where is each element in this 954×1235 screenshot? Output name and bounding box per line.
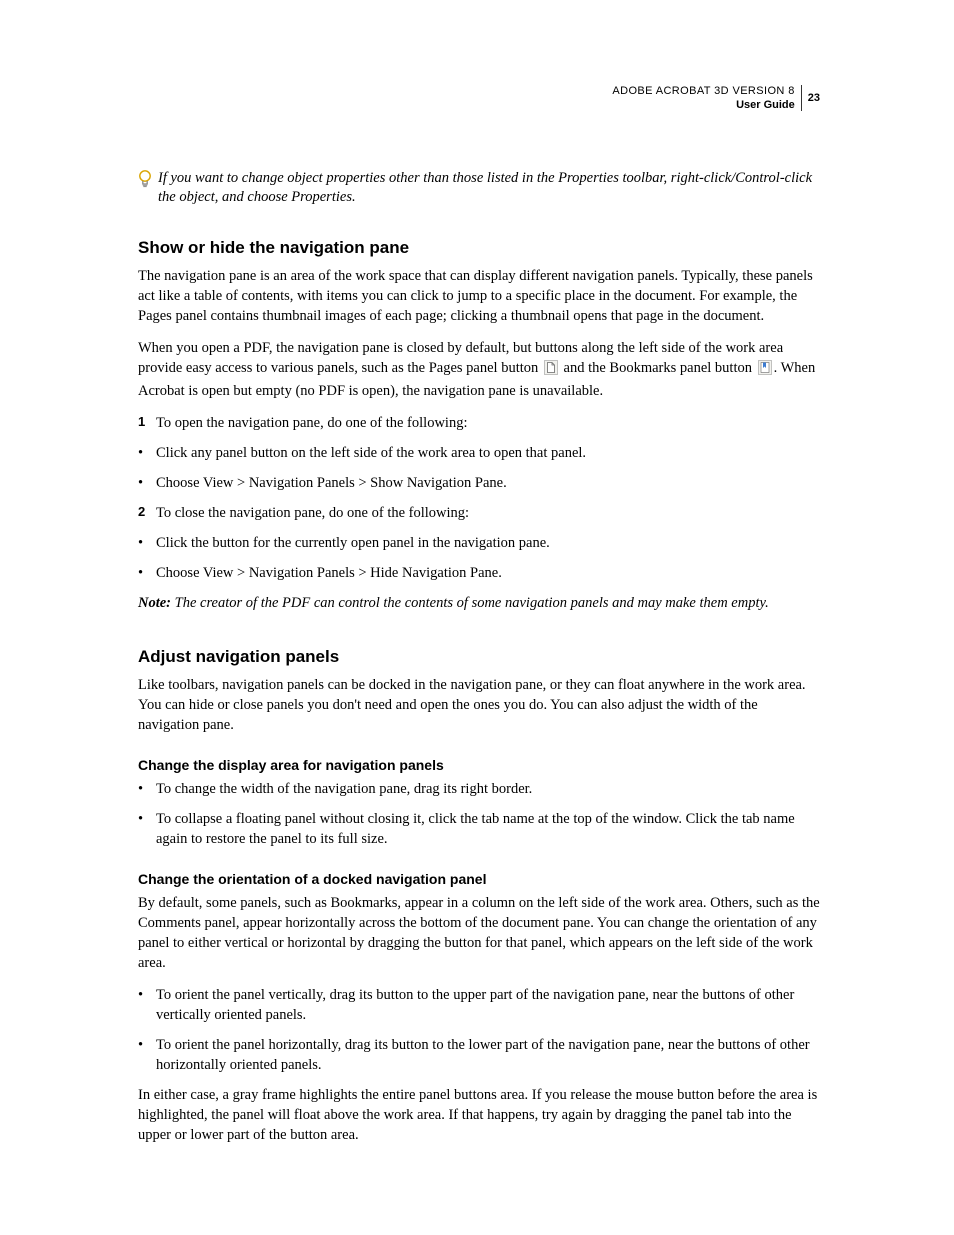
bullet-item: • To orient the panel horizontally, drag… bbox=[138, 1035, 820, 1075]
numbered-step: 2 To close the navigation pane, do one o… bbox=[138, 503, 820, 523]
tip-text: If you want to change object properties … bbox=[158, 169, 820, 208]
bullet-item: • To change the width of the navigation … bbox=[138, 779, 820, 799]
step-text: To close the navigation pane, do one of … bbox=[156, 503, 469, 523]
bullet-text: Click the button for the currently open … bbox=[156, 533, 550, 553]
body-text: The navigation pane is an area of the wo… bbox=[138, 266, 820, 326]
bookmarks-panel-icon bbox=[758, 360, 772, 381]
subheading-change-display-area: Change the display area for navigation p… bbox=[138, 757, 820, 773]
note-text: The creator of the PDF can control the c… bbox=[171, 595, 769, 611]
bullet-item: • Choose View > Navigation Panels > Hide… bbox=[138, 563, 820, 583]
pages-panel-icon bbox=[544, 360, 558, 381]
bullet-marker: • bbox=[138, 443, 156, 463]
bullet-text: To orient the panel vertically, drag its… bbox=[156, 985, 820, 1025]
bullet-item: • Choose View > Navigation Panels > Show… bbox=[138, 473, 820, 493]
heading-show-hide-nav-pane: Show or hide the navigation pane bbox=[138, 238, 820, 258]
page-header: ADOBE ACROBAT 3D VERSION 8 User Guide 23 bbox=[138, 84, 820, 113]
bullet-item: • To collapse a floating panel without c… bbox=[138, 809, 820, 849]
bullet-text: To orient the panel horizontally, drag i… bbox=[156, 1035, 820, 1075]
body-text: When you open a PDF, the navigation pane… bbox=[138, 338, 820, 401]
bullet-text: To change the width of the navigation pa… bbox=[156, 779, 532, 799]
bullet-text: Choose View > Navigation Panels > Hide N… bbox=[156, 563, 502, 583]
page: ADOBE ACROBAT 3D VERSION 8 User Guide 23… bbox=[0, 0, 954, 1217]
page-number: 23 bbox=[801, 85, 820, 111]
bullet-marker: • bbox=[138, 563, 156, 583]
lightbulb-icon bbox=[138, 170, 152, 196]
bullet-item: • Click the button for the currently ope… bbox=[138, 533, 820, 553]
bullet-text: Choose View > Navigation Panels > Show N… bbox=[156, 473, 507, 493]
body-text: In either case, a gray frame highlights … bbox=[138, 1085, 820, 1145]
bullet-marker: • bbox=[138, 1035, 156, 1075]
numbered-step: 1 To open the navigation pane, do one of… bbox=[138, 413, 820, 433]
tip-callout: If you want to change object properties … bbox=[138, 169, 820, 208]
bullet-marker: • bbox=[138, 779, 156, 799]
bullet-marker: • bbox=[138, 473, 156, 493]
bullet-marker: • bbox=[138, 533, 156, 553]
body-text: Like toolbars, navigation panels can be … bbox=[138, 675, 820, 735]
step-text: To open the navigation pane, do one of t… bbox=[156, 413, 467, 433]
bullet-marker: • bbox=[138, 809, 156, 849]
doc-subtitle: User Guide bbox=[612, 98, 794, 112]
step-number: 1 bbox=[138, 413, 156, 433]
note: Note: The creator of the PDF can control… bbox=[138, 593, 820, 613]
bullet-text: To collapse a floating panel without clo… bbox=[156, 809, 820, 849]
product-title: ADOBE ACROBAT 3D VERSION 8 bbox=[612, 84, 794, 98]
body-text: By default, some panels, such as Bookmar… bbox=[138, 893, 820, 973]
subheading-change-orientation: Change the orientation of a docked navig… bbox=[138, 871, 820, 887]
bullet-item: • To orient the panel vertically, drag i… bbox=[138, 985, 820, 1025]
note-label: Note: bbox=[138, 595, 171, 611]
bullet-text: Click any panel button on the left side … bbox=[156, 443, 586, 463]
bullet-marker: • bbox=[138, 985, 156, 1025]
heading-adjust-nav-panels: Adjust navigation panels bbox=[138, 647, 820, 667]
bullet-item: • Click any panel button on the left sid… bbox=[138, 443, 820, 463]
step-number: 2 bbox=[138, 503, 156, 523]
